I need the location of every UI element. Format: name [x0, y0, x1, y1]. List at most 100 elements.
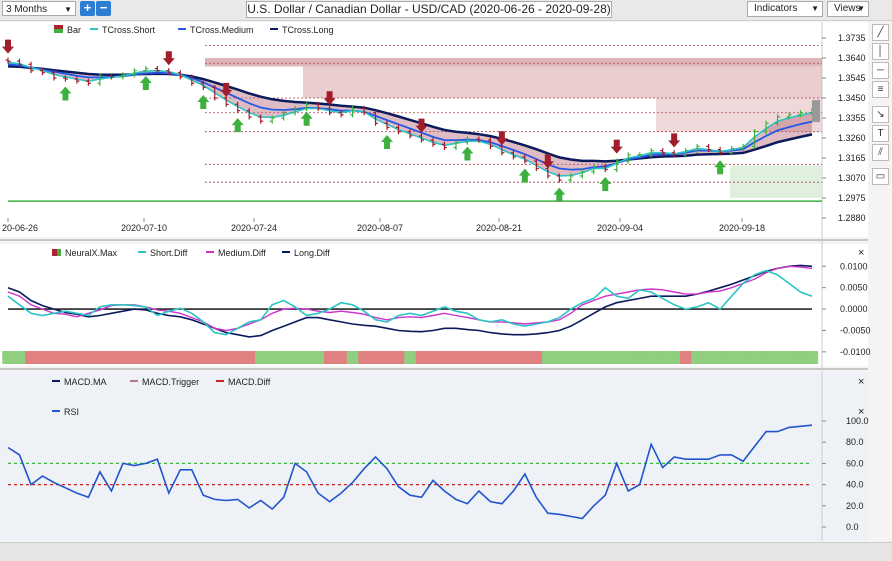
price-tick-label: 1.3545 [838, 73, 866, 83]
legend-tcross-medium: TCross.Medium [190, 25, 254, 35]
close-panel-icon: × [858, 406, 864, 418]
price-tick-label: 1.3355 [838, 113, 866, 123]
neuralx-max-block [300, 351, 313, 364]
neuralx-max-block [806, 351, 819, 364]
neuralx-max-block [633, 351, 646, 364]
neuralx-max-block [668, 351, 681, 364]
x-tick-label: 2020-09-04 [597, 223, 643, 233]
footer-bar [0, 542, 892, 561]
neuralx-max-block [783, 351, 796, 364]
price-tick-label: 1.3260 [838, 133, 866, 143]
legend-rsi: RSI [64, 407, 79, 417]
neuralx-max-block [427, 351, 440, 364]
chart-canvas[interactable]: 1.3735 1.3640 1.3545 1.3450 1.3355 1.3260 1.31… [0, 0, 892, 560]
x-tick-label: 2020-07-10 [121, 223, 167, 233]
price-tick-label: 1.2975 [838, 193, 866, 203]
neuralx-max-block [312, 351, 325, 364]
neuralx-max-block [381, 351, 394, 364]
price-tick-label: 1.3450 [838, 93, 866, 103]
resistance-zone [205, 58, 822, 67]
neuralx-max-block [404, 351, 417, 364]
neuralx-max-block [438, 351, 451, 364]
neuralx-max-block [760, 351, 773, 364]
neuralx-max-block [507, 351, 520, 364]
neuralx-max-block [48, 351, 61, 364]
neuralx-max-block [220, 351, 233, 364]
neuralx-tick-label: 0.0100 [840, 261, 868, 271]
price-tick-label: 1.3165 [838, 153, 866, 163]
neuralx-max-block [473, 351, 486, 364]
rsi-tick-label: 80.0 [846, 437, 864, 447]
neuralx-max-block [576, 351, 589, 364]
neuralx-max-block [186, 351, 198, 364]
rsi-tick-label: 20.0 [846, 501, 864, 511]
support-zone [730, 165, 822, 198]
neuralx-max-block [105, 351, 118, 364]
neuralx-max-block [254, 351, 267, 364]
neuralx-max-block [691, 351, 704, 364]
x-tick-label: 2020-08-07 [357, 223, 403, 233]
neuralx-max-block [36, 351, 49, 364]
neuralx-max-block [496, 351, 509, 364]
neuralx-max-block [484, 351, 497, 364]
neuralx-max-block [289, 351, 302, 364]
neuralx-max-block [25, 351, 38, 364]
neuralx-max-block [82, 351, 95, 364]
neuralx-max-block [231, 351, 244, 364]
neuralx-max-block [565, 351, 577, 364]
neuralx-max-block [346, 351, 359, 364]
resistance-zone [303, 66, 822, 98]
neuralx-max-block [588, 351, 600, 364]
neuralx-tick-label: -0.0100 [840, 347, 871, 357]
neuralx-max-block [461, 351, 474, 364]
legend-macd-trigger: MACD.Trigger [142, 377, 199, 387]
neuralx-max-block [128, 351, 141, 364]
legend-medium-diff: Medium.Diff [218, 248, 266, 258]
neuralx-max-block [519, 351, 531, 364]
price-tick-label: 1.3640 [838, 53, 866, 63]
neuralx-max-block [737, 351, 750, 364]
neuralx-max-block [392, 351, 405, 364]
price-tick-label: 1.2880 [838, 213, 866, 223]
neuralx-max-block [2, 351, 15, 364]
neuralx-max-block [553, 351, 566, 364]
price-tick-label: 1.3070 [838, 173, 866, 183]
x-tick-label: 2020-07-24 [231, 223, 277, 233]
neuralx-tick-label: 0.0050 [840, 283, 868, 293]
neuralx-max-block [277, 351, 290, 364]
neuralx-max-block [714, 351, 727, 364]
neuralx-legend-icon [52, 249, 57, 256]
neuralx-max-block [679, 351, 692, 364]
neuralx-max-block [323, 351, 336, 364]
legend-macd-diff: MACD.Diff [228, 377, 271, 387]
legend-bar: Bar [67, 25, 81, 35]
close-panel-icon: × [858, 247, 864, 259]
oscillator-panel [0, 373, 868, 541]
neuralx-max-block [94, 351, 107, 364]
neuralx-max-block [59, 351, 72, 364]
neuralx-max-block [748, 351, 761, 364]
x-tick-label: 20-06-26 [2, 223, 38, 233]
neuralx-max-block [174, 351, 187, 364]
neuralx-max-block [71, 351, 84, 364]
neuralx-max-block [335, 351, 348, 364]
neuralx-max-block [542, 351, 554, 364]
neuralx-max-block [794, 351, 807, 364]
bar-legend-icon [54, 25, 63, 29]
neuralx-max-block [530, 351, 543, 364]
neuralx-max-block [243, 351, 256, 364]
neuralx-max-block [13, 351, 26, 364]
neuralx-max-block [266, 351, 279, 364]
neuralx-max-block [140, 351, 152, 364]
legend-macd-ma: MACD.MA [64, 377, 107, 387]
neuralx-max-block [151, 351, 164, 364]
neuralx-max-block [415, 351, 428, 364]
neuralx-tick-label: 0.0000 [840, 304, 868, 314]
rsi-tick-label: 0.0 [846, 522, 859, 532]
close-panel-icon: × [858, 376, 864, 388]
neuralx-max-block [117, 351, 129, 364]
legend-tcross-long: TCross.Long [282, 25, 334, 35]
neuralx-max-block [656, 351, 669, 364]
rsi-tick-label: 60.0 [846, 458, 864, 468]
price-tick-label: 1.3735 [838, 33, 866, 43]
